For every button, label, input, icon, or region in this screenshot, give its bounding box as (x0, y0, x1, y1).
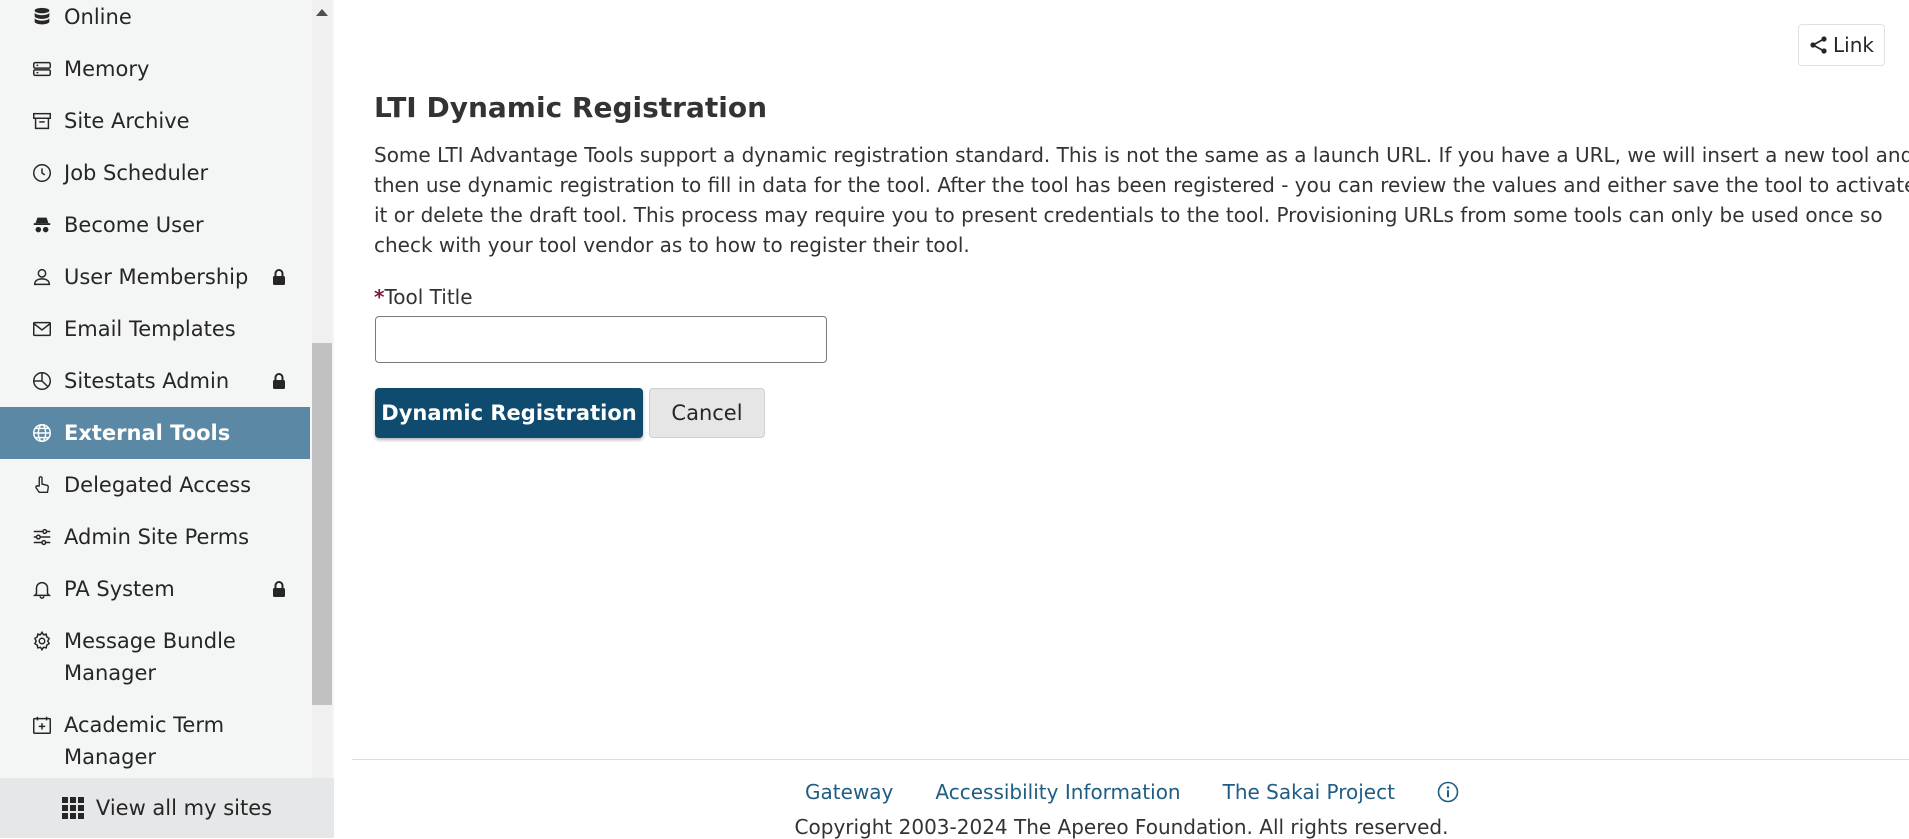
globe-icon (30, 417, 54, 449)
sidebar-item-label: Job Scheduler (64, 161, 209, 185)
lock-icon (272, 365, 286, 397)
footer-link-sakai-project[interactable]: The Sakai Project (1223, 780, 1395, 804)
link-button-label: Link (1833, 33, 1874, 57)
sidebar-item-delegated-access[interactable]: Delegated Access (0, 459, 310, 511)
info-icon[interactable] (1437, 781, 1459, 803)
main-content: Link LTI Dynamic Registration Some LTI A… (334, 0, 1909, 839)
gear-icon (30, 625, 54, 657)
sidebar-item-sitestats-admin[interactable]: Sitestats Admin (0, 355, 310, 407)
hand-pointer-icon (30, 469, 54, 501)
required-marker: * (374, 285, 385, 309)
sidebar-item-job-scheduler[interactable]: Job Scheduler (0, 147, 310, 199)
footer-divider (352, 759, 1909, 760)
archive-icon (30, 105, 54, 137)
sidebar-item-label: External Tools (64, 421, 231, 445)
sidebar-item-label: Delegated Access (64, 473, 252, 497)
lock-icon (272, 261, 286, 293)
sidebar-item-label: Memory (64, 57, 150, 81)
page-description: Some LTI Advantage Tools support a dynam… (374, 143, 1909, 257)
server-icon (30, 53, 54, 85)
pie-chart-icon (30, 365, 54, 397)
sidebar-item-become-user[interactable]: Become User (0, 199, 310, 251)
sidebar-item-label: Site Archive (64, 109, 190, 133)
share-icon (1810, 36, 1827, 54)
sidebar-item-academic-term-manager[interactable]: Academic Term Manager (0, 699, 310, 778)
sidebar-item-label: Admin Site Perms (64, 525, 250, 549)
sidebar: Online Memory Site Archive Job Scheduler (0, 0, 334, 838)
sidebar-item-pa-system[interactable]: PA System (0, 563, 310, 615)
sidebar-item-label: Online (64, 5, 132, 29)
sliders-icon (30, 521, 54, 553)
scroll-up-arrow-icon[interactable] (316, 9, 328, 16)
sidebar-scrollbar[interactable] (312, 0, 332, 778)
person-icon (30, 261, 54, 293)
footer-links: Gateway Accessibility Information The Sa… (334, 780, 1909, 804)
sidebar-item-label: Message Bundle Manager (64, 629, 236, 685)
footer-link-accessibility[interactable]: Accessibility Information (935, 780, 1180, 804)
sidebar-item-external-tools[interactable]: External Tools (0, 407, 310, 459)
lock-icon (272, 573, 286, 605)
sidebar-item-site-archive[interactable]: Site Archive (0, 95, 310, 147)
sidebar-tool-list: Online Memory Site Archive Job Scheduler (0, 0, 310, 778)
cancel-button[interactable]: Cancel (649, 388, 765, 438)
sidebar-item-label: Become User (64, 213, 204, 237)
view-all-sites-label: View all my sites (95, 796, 273, 820)
page-title: LTI Dynamic Registration (374, 91, 768, 124)
sidebar-item-email-templates[interactable]: Email Templates (0, 303, 310, 355)
sidebar-item-online[interactable]: Online (0, 0, 310, 43)
copyright-text: Copyright 2003-2024 The Apereo Foundatio… (794, 815, 1449, 839)
grid-icon (61, 797, 84, 819)
sidebar-item-user-membership[interactable]: User Membership (0, 251, 310, 303)
sidebar-item-admin-site-perms[interactable]: Admin Site Perms (0, 511, 310, 563)
sidebar-item-message-bundle-manager[interactable]: Message Bundle Manager (0, 615, 310, 699)
scrollbar-thumb[interactable] (312, 343, 332, 705)
link-button[interactable]: Link (1798, 24, 1885, 66)
view-all-sites-button[interactable]: View all my sites (0, 778, 334, 838)
sidebar-item-label: Academic Term Manager (64, 713, 225, 769)
sidebar-item-memory[interactable]: Memory (0, 43, 310, 95)
incognito-icon (30, 209, 54, 241)
tool-title-input[interactable] (375, 316, 827, 363)
tool-title-label: *Tool Title (374, 282, 473, 312)
sidebar-item-label: Email Templates (64, 317, 236, 341)
tool-title-label-text: Tool Title (384, 285, 473, 309)
envelope-icon (30, 313, 54, 345)
footer-link-gateway[interactable]: Gateway (805, 780, 893, 804)
bell-icon (30, 573, 54, 605)
dynamic-registration-button[interactable]: Dynamic Registration (375, 388, 643, 438)
clock-icon (30, 157, 54, 189)
calendar-plus-icon (30, 709, 54, 741)
database-icon (30, 1, 54, 33)
